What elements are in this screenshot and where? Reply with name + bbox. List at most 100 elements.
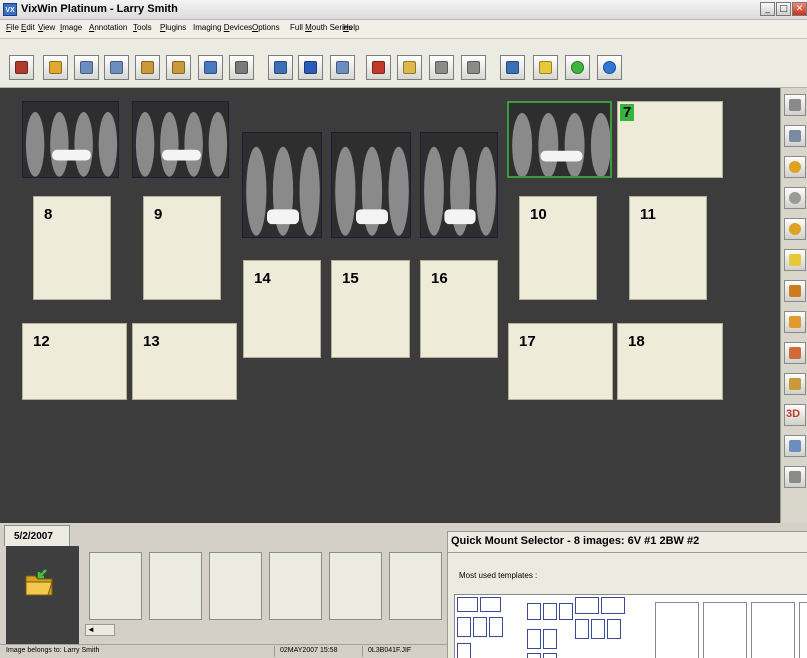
- maximize-button[interactable]: □: [776, 2, 791, 16]
- zoom-in-button[interactable]: [784, 156, 806, 178]
- template-cell: [489, 617, 503, 637]
- print-button[interactable]: [229, 55, 254, 80]
- template-cell: [575, 597, 599, 614]
- patient-button[interactable]: [9, 55, 34, 80]
- window-button[interactable]: [500, 55, 525, 80]
- menu-view[interactable]: View: [38, 23, 55, 32]
- mount-slot-10[interactable]: 10: [519, 196, 597, 300]
- thumbnail-slot[interactable]: [269, 552, 322, 620]
- template-preview[interactable]: [655, 602, 699, 658]
- thumbnail-slot[interactable]: [329, 552, 382, 620]
- paste-button[interactable]: [135, 55, 160, 80]
- mount-slot-11[interactable]: 11: [629, 196, 707, 300]
- menu-file[interactable]: File: [6, 23, 19, 32]
- minimize-button[interactable]: _: [760, 2, 775, 16]
- tooth-button[interactable]: [784, 342, 806, 364]
- menu-edit[interactable]: Edit: [21, 23, 35, 32]
- sharpen-icon: [789, 316, 801, 328]
- menu-tools[interactable]: Tools: [133, 23, 152, 32]
- implant-button[interactable]: [784, 373, 806, 395]
- radiograph-image: [133, 102, 228, 177]
- scanner-button[interactable]: [268, 55, 293, 80]
- xray-image-5[interactable]: [420, 132, 498, 238]
- window-icon: [506, 61, 519, 74]
- 3d-view-button[interactable]: 3D: [784, 404, 806, 426]
- paste-special-button[interactable]: [166, 55, 191, 80]
- tooth-button[interactable]: [366, 55, 391, 80]
- book-button[interactable]: [784, 466, 806, 488]
- open-folder-icon: [49, 61, 62, 74]
- open-folder-icon[interactable]: [24, 568, 56, 598]
- template-list[interactable]: [454, 594, 807, 658]
- thumbnail-slot[interactable]: [149, 552, 202, 620]
- copy-button[interactable]: [104, 55, 129, 80]
- slot-number: 14: [254, 270, 271, 287]
- brightness-button[interactable]: [784, 249, 806, 271]
- text-icon: [467, 61, 480, 74]
- mount-slot-16[interactable]: 16: [420, 260, 498, 358]
- ok-button[interactable]: [565, 55, 590, 80]
- calibrate-button[interactable]: [298, 55, 323, 80]
- ruler-button[interactable]: [429, 55, 454, 80]
- date-tab[interactable]: 5/2/2007: [4, 525, 70, 546]
- brightness-icon: [789, 254, 801, 266]
- xray-image-4[interactable]: [331, 132, 411, 238]
- horizontal-scrollbar[interactable]: ◄: [85, 624, 115, 636]
- template-preview[interactable]: [703, 602, 747, 658]
- mount-slot-17[interactable]: 17: [508, 323, 613, 400]
- pencil-button[interactable]: [397, 55, 422, 80]
- quick-mount-selector: Quick Mount Selector - 8 images: 6V #1 2…: [447, 531, 807, 658]
- mount-slot-18[interactable]: 18: [617, 323, 723, 400]
- text-button[interactable]: [461, 55, 486, 80]
- xray-image-6[interactable]: [507, 101, 612, 178]
- template-preview[interactable]: [799, 602, 807, 658]
- menu-image[interactable]: Image: [60, 23, 82, 32]
- radiograph-image: [23, 102, 118, 177]
- template-preview[interactable]: [751, 602, 795, 658]
- radiograph-image: [332, 133, 410, 237]
- slot-number: 15: [342, 270, 359, 287]
- contrast-button[interactable]: [784, 280, 806, 302]
- mount-slot-13[interactable]: 13: [132, 323, 237, 400]
- save-button[interactable]: [330, 55, 355, 80]
- menu-plugins[interactable]: Plugins: [160, 23, 186, 32]
- measure-button[interactable]: [784, 435, 806, 457]
- menu-options[interactable]: Options: [252, 23, 280, 32]
- xray-image-1[interactable]: [22, 101, 119, 178]
- mount-slot-15[interactable]: 15: [331, 260, 410, 358]
- thumbnail-slot[interactable]: [209, 552, 262, 620]
- slot-number: 13: [143, 333, 160, 350]
- document-button[interactable]: [74, 55, 99, 80]
- sharpen-button[interactable]: [784, 311, 806, 333]
- status-filename: 0L3B041F.JIF: [368, 647, 412, 654]
- thumbnail-slot[interactable]: [89, 552, 142, 620]
- xray-image-2[interactable]: [132, 101, 229, 178]
- mail-button[interactable]: [198, 55, 223, 80]
- grid-button[interactable]: [533, 55, 558, 80]
- measure-icon: [789, 440, 801, 452]
- mount-slot-7[interactable]: 7: [617, 101, 723, 178]
- status-owner: Image belongs to: Larry Smith: [6, 647, 100, 654]
- calibrate-icon: [304, 61, 317, 74]
- scroll-left-icon[interactable]: ◄: [87, 625, 95, 635]
- mount-slot-8[interactable]: 8: [33, 196, 111, 300]
- zoom-out-button[interactable]: [784, 187, 806, 209]
- mount-slot-14[interactable]: 14: [243, 260, 321, 358]
- info-button[interactable]: [597, 55, 622, 80]
- save-icon: [336, 61, 349, 74]
- thumbnail-slot[interactable]: [389, 552, 442, 620]
- menu-help[interactable]: Help: [343, 23, 359, 32]
- contrast-icon: [789, 285, 801, 297]
- mount-slot-12[interactable]: 12: [22, 323, 127, 400]
- xray-image-3[interactable]: [242, 132, 322, 238]
- flip-button[interactable]: [784, 125, 806, 147]
- close-button[interactable]: ✕: [792, 2, 807, 16]
- menu-annotation[interactable]: Annotation: [89, 23, 127, 32]
- menu-imaging-devices[interactable]: Imaging Devices: [193, 23, 252, 32]
- mount-slot-9[interactable]: 9: [143, 196, 221, 300]
- zoom-fit-button[interactable]: [784, 218, 806, 240]
- open-folder-button[interactable]: [43, 55, 68, 80]
- rotate-button[interactable]: [784, 94, 806, 116]
- scanner-icon: [274, 61, 287, 74]
- print-icon: [235, 61, 248, 74]
